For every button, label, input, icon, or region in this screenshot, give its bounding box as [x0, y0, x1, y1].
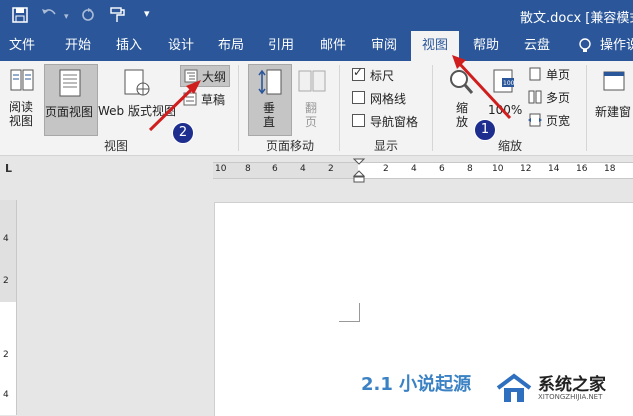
step-badge-1: 1 — [474, 119, 496, 141]
arrow-to-view-tab — [456, 60, 512, 120]
step-badge-2: 2 — [172, 122, 194, 144]
annotation-overlay — [148, 55, 512, 132]
